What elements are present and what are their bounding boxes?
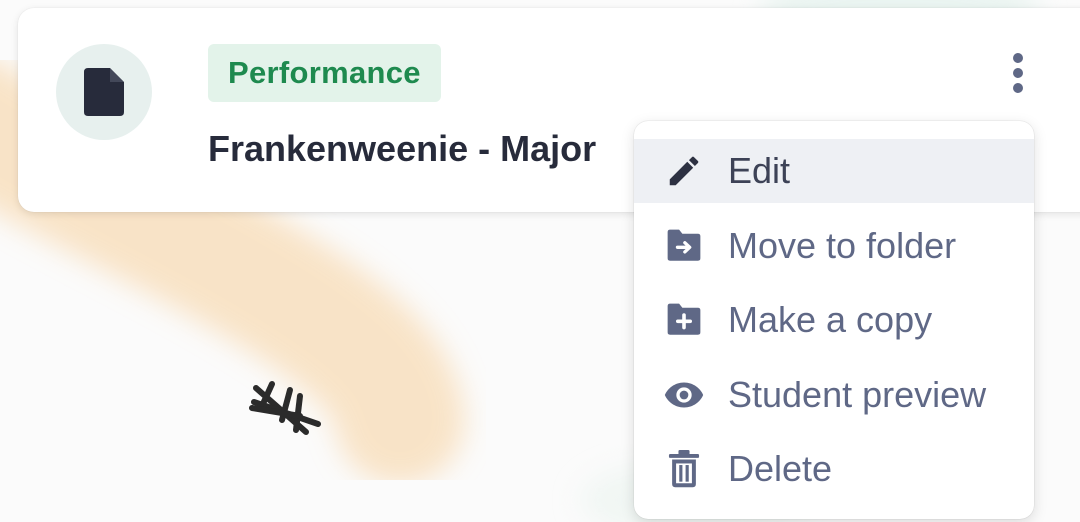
more-options-button[interactable]: [996, 48, 1040, 98]
pencil-icon: [664, 151, 704, 191]
menu-item-label: Edit: [728, 150, 791, 191]
category-badge: Performance: [208, 44, 441, 102]
menu-item-edit[interactable]: Edit: [634, 139, 1034, 203]
menu-item-make-a-copy[interactable]: Make a copy: [634, 288, 1034, 352]
menu-item-label: Delete: [728, 448, 833, 489]
trash-icon: [664, 449, 704, 489]
file-icon: [84, 68, 124, 116]
menu-item-label: Student preview: [728, 373, 987, 415]
file-avatar: [56, 44, 152, 140]
menu-item-label: Move to folder: [728, 224, 957, 266]
menu-item-delete[interactable]: Delete: [634, 437, 1034, 501]
folder-move-icon: [664, 226, 704, 266]
eye-icon: [664, 375, 704, 415]
more-vertical-icon: [1013, 53, 1023, 93]
options-menu: Edit Move to folder Make a copy Student …: [634, 121, 1034, 519]
folder-plus-icon: [664, 300, 704, 340]
card-title[interactable]: Frankenweenie - Major: [208, 128, 596, 170]
menu-item-label: Make a copy: [728, 299, 933, 340]
menu-item-student-preview[interactable]: Student preview: [634, 363, 1034, 427]
menu-item-move-to-folder[interactable]: Move to folder: [634, 214, 1034, 278]
